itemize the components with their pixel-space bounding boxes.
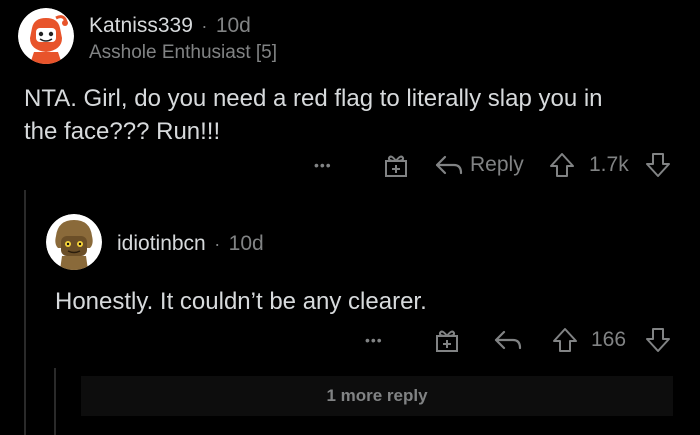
nested-thread-line[interactable] bbox=[54, 368, 56, 435]
separator-dot: · bbox=[214, 234, 221, 254]
comment2-header: idiotinbcn · 10d bbox=[117, 232, 264, 256]
downvote-arrow-icon bbox=[646, 153, 670, 177]
user-avatar-katniss339[interactable] bbox=[18, 8, 74, 64]
downvote-arrow-icon bbox=[646, 328, 670, 352]
comment1-header: Katniss339 · 10d bbox=[89, 14, 251, 38]
upvote-button[interactable] bbox=[548, 150, 576, 180]
upvote-arrow-icon bbox=[550, 153, 574, 177]
reply-arrow-icon bbox=[494, 330, 522, 350]
more-options-button[interactable]: ••• bbox=[365, 325, 383, 355]
username[interactable]: Katniss339 bbox=[89, 14, 193, 37]
gift-icon bbox=[385, 155, 407, 177]
avatar-image bbox=[46, 214, 102, 270]
more-replies-button[interactable]: 1 more reply bbox=[81, 376, 673, 416]
award-button[interactable] bbox=[433, 325, 461, 355]
avatar-image bbox=[18, 8, 74, 64]
score-label: 166 bbox=[591, 328, 627, 351]
upvote-button[interactable] bbox=[551, 325, 579, 355]
more-replies-label: 1 more reply bbox=[326, 386, 428, 405]
reply-arrow-icon bbox=[435, 155, 463, 175]
reply-button[interactable] bbox=[493, 325, 523, 355]
reply-button[interactable]: Reply bbox=[434, 150, 524, 180]
more-icon: ••• bbox=[314, 157, 332, 173]
gift-icon bbox=[436, 330, 458, 352]
username[interactable]: idiotinbcn bbox=[117, 232, 206, 255]
comment-text-line: NTA. Girl, do you need a red flag to lit… bbox=[24, 85, 603, 112]
user-avatar-idiotinbcn[interactable] bbox=[46, 214, 102, 270]
user-flair: Asshole Enthusiast [5] bbox=[89, 42, 277, 63]
upvote-arrow-icon bbox=[553, 328, 577, 352]
more-icon: ••• bbox=[365, 332, 383, 348]
comment-age: 10d bbox=[215, 14, 251, 37]
comment-age: 10d bbox=[228, 232, 264, 255]
comment1-body: NTA. Girl, do you need a red flag to lit… bbox=[24, 82, 684, 148]
more-options-button[interactable]: ••• bbox=[314, 150, 332, 180]
score-label: 1.7k bbox=[589, 153, 629, 176]
separator-dot: · bbox=[201, 16, 208, 36]
comment-text-line: the face??? Run!!! bbox=[24, 118, 221, 145]
vote-score: 1.7k bbox=[589, 150, 629, 180]
downvote-button[interactable] bbox=[644, 150, 672, 180]
thread-line[interactable] bbox=[24, 190, 26, 435]
vote-score: 166 bbox=[591, 325, 626, 355]
downvote-button[interactable] bbox=[644, 325, 672, 355]
comment2-body: Honestly. It couldn’t be any clearer. bbox=[55, 288, 427, 315]
award-button[interactable] bbox=[382, 150, 410, 180]
reply-label: Reply bbox=[470, 153, 524, 176]
